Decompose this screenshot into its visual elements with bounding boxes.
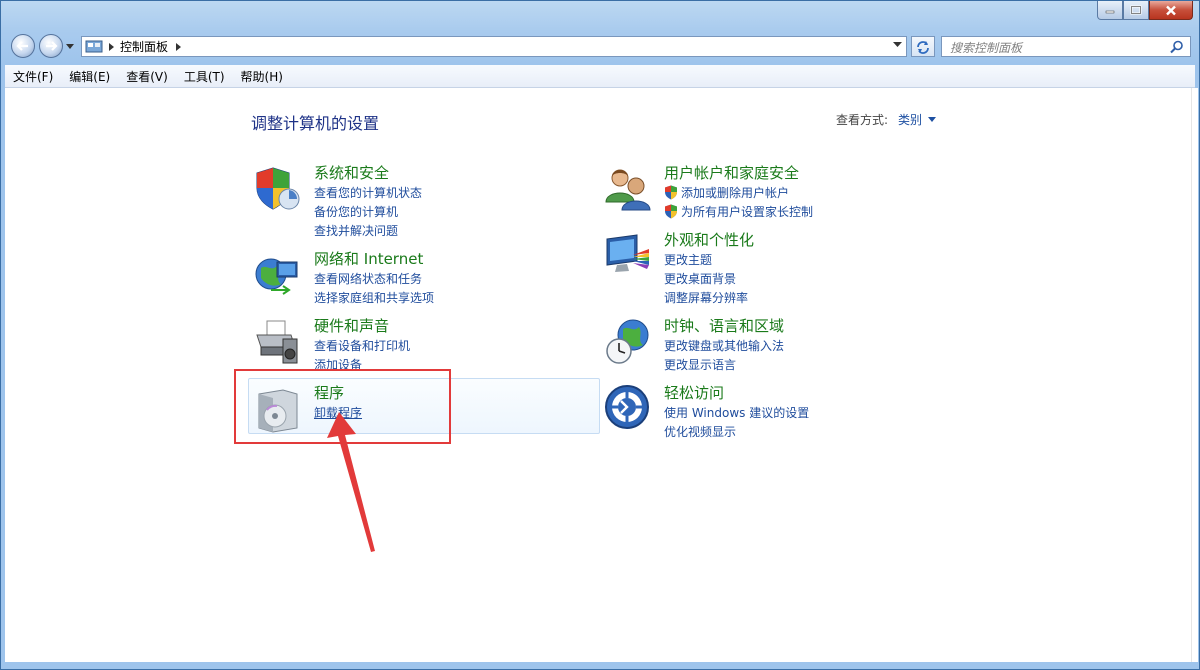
- view-by-control: 查看方式: 类别: [836, 111, 937, 128]
- close-button[interactable]: [1149, 1, 1193, 20]
- user-accounts-title[interactable]: 用户帐户和家庭安全: [664, 162, 799, 183]
- minimize-icon: [1105, 10, 1115, 14]
- link-change-keyboard[interactable]: 更改键盘或其他输入法: [664, 336, 784, 355]
- category-clock-language: 时钟、语言和区域 更改键盘或其他输入法 更改显示语言: [601, 315, 949, 373]
- category-appearance: 外观和个性化 更改主题 更改桌面背景 调整屏幕分辨率: [601, 229, 949, 305]
- link-network-status[interactable]: 查看网络状态和任务: [314, 269, 434, 288]
- content-pane: 调整计算机的设置 查看方式: 类别 系统和安全 查看您的计算机状态 备份您的计算…: [5, 88, 1191, 662]
- maximize-icon: [1130, 5, 1142, 15]
- link-parental-controls-label[interactable]: 为所有用户设置家长控制: [681, 203, 813, 220]
- link-parental-controls[interactable]: 为所有用户设置家长控制: [664, 202, 813, 221]
- link-add-remove-accounts[interactable]: 添加或删除用户帐户: [664, 183, 813, 202]
- appearance-monitor-icon: [606, 234, 649, 272]
- recent-pages-dropdown[interactable]: [66, 44, 74, 50]
- shield-icon: [256, 167, 300, 210]
- link-view-computer-status[interactable]: 查看您的计算机状态: [314, 183, 422, 202]
- refresh-button[interactable]: [911, 36, 935, 57]
- category-ease-of-access: 轻松访问 使用 Windows 建议的设置 优化视频显示: [601, 382, 949, 440]
- link-add-remove-accounts-label[interactable]: 添加或删除用户帐户: [681, 184, 789, 201]
- back-button[interactable]: [11, 34, 35, 58]
- breadcrumb-separator-icon: [109, 42, 114, 51]
- ease-of-access-icon: [605, 385, 649, 429]
- uac-shield-icon: [665, 185, 677, 200]
- link-adjust-resolution[interactable]: 调整屏幕分辨率: [664, 288, 748, 307]
- uac-shield-icon: [665, 204, 677, 219]
- menu-view[interactable]: 查看(V): [118, 68, 176, 85]
- menu-edit[interactable]: 编辑(E): [61, 68, 118, 85]
- menu-help[interactable]: 帮助(H): [233, 68, 291, 85]
- category-network-internet: 网络和 Internet 查看网络状态和任务 选择家庭组和共享选项: [251, 248, 599, 306]
- link-homegroup-sharing[interactable]: 选择家庭组和共享选项: [314, 288, 434, 307]
- maximize-button[interactable]: [1123, 1, 1149, 20]
- users-icon: [605, 169, 651, 211]
- hardware-sound-title[interactable]: 硬件和声音: [314, 315, 389, 336]
- search-input[interactable]: [948, 38, 1162, 57]
- chevron-down-icon[interactable]: [928, 117, 937, 122]
- refresh-icon: [917, 40, 929, 54]
- link-backup-computer[interactable]: 备份您的计算机: [314, 202, 422, 221]
- page-title: 调整计算机的设置: [251, 114, 380, 133]
- breadcrumb-separator-icon[interactable]: [176, 42, 182, 51]
- category-hardware-sound: 硬件和声音 查看设备和打印机 添加设备: [251, 315, 599, 373]
- menu-tools[interactable]: 工具(T): [176, 68, 233, 85]
- link-change-display-language[interactable]: 更改显示语言: [664, 355, 784, 374]
- link-change-desktop-background[interactable]: 更改桌面背景: [664, 269, 748, 288]
- address-bar[interactable]: 控制面板: [81, 36, 907, 57]
- forward-button[interactable]: [39, 34, 63, 58]
- control-panel-icon: [85, 40, 103, 52]
- link-optimize-visual-display[interactable]: 优化视频显示: [664, 422, 809, 441]
- control-panel-window: 控制面板 文件(F) 编辑(E) 查看(V) 工具(T) 帮助(H) 调整计算机…: [0, 0, 1200, 670]
- ease-of-access-title[interactable]: 轻松访问: [664, 382, 724, 403]
- annotation-arrow-icon: [327, 412, 375, 552]
- clock-language-title[interactable]: 时钟、语言和区域: [664, 315, 784, 336]
- link-devices-printers[interactable]: 查看设备和打印机: [314, 336, 410, 355]
- view-by-label: 查看方式:: [836, 113, 889, 127]
- network-internet-title[interactable]: 网络和 Internet: [314, 248, 423, 269]
- breadcrumb-control-panel[interactable]: 控制面板: [120, 38, 168, 55]
- printer-icon: [256, 320, 298, 364]
- category-system-security: 系统和安全 查看您的计算机状态 备份您的计算机 查找并解决问题: [251, 162, 599, 238]
- address-dropdown-icon[interactable]: [893, 42, 902, 48]
- menu-bar: 文件(F) 编辑(E) 查看(V) 工具(T) 帮助(H): [5, 65, 1195, 88]
- minimize-button[interactable]: [1097, 1, 1123, 20]
- navigation-bar: 控制面板: [1, 31, 1199, 61]
- system-security-title[interactable]: 系统和安全: [314, 162, 389, 183]
- arrow-right-icon: [46, 41, 58, 51]
- category-user-accounts: 用户帐户和家庭安全 添加或删除用户帐户 为所有用户设置家长控制: [601, 162, 949, 220]
- close-icon: [1166, 5, 1176, 15]
- link-windows-suggested-settings[interactable]: 使用 Windows 建议的设置: [664, 403, 809, 422]
- caption-buttons: [1097, 1, 1193, 20]
- appearance-title[interactable]: 外观和个性化: [664, 229, 754, 250]
- content-scroll-gutter: [1191, 88, 1198, 662]
- menu-file[interactable]: 文件(F): [5, 68, 61, 85]
- arrow-left-icon: [16, 41, 28, 51]
- clock-globe-icon: [606, 319, 649, 364]
- search-icon[interactable]: [1170, 40, 1184, 54]
- link-change-theme[interactable]: 更改主题: [664, 250, 748, 269]
- globe-network-icon: [255, 258, 298, 295]
- link-troubleshoot[interactable]: 查找并解决问题: [314, 221, 422, 240]
- search-box: [941, 36, 1191, 57]
- view-by-category-button[interactable]: 类别: [898, 111, 922, 128]
